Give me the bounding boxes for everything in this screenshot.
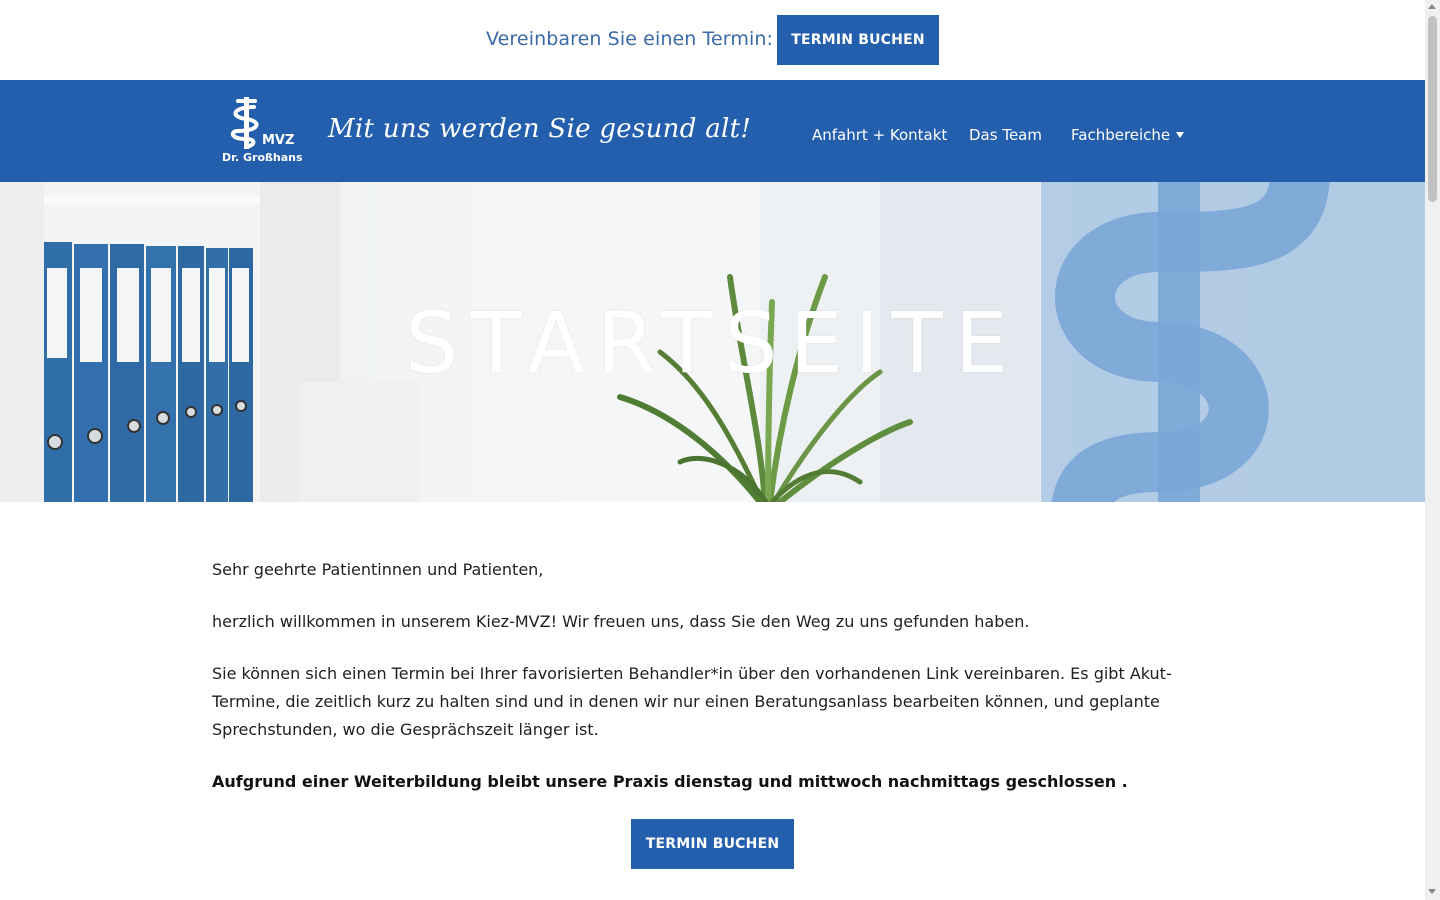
appointment-bar: Vereinbaren Sie einen Termin: TERMIN BUC… xyxy=(0,0,1425,80)
scroll-down-arrow-icon[interactable] xyxy=(1428,889,1436,894)
site-logo[interactable]: MVZ Dr. Großhans xyxy=(218,95,303,167)
page-title: STARTSEITE xyxy=(405,294,1020,392)
appointment-prompt: Vereinbaren Sie einen Termin: xyxy=(486,28,774,50)
hero-banner: STARTSEITE xyxy=(0,182,1425,502)
welcome-text: herzlich willkommen in unserem Kiez-MVZ!… xyxy=(212,612,1030,631)
book-appointment-button-bottom[interactable]: TERMIN BUCHEN xyxy=(631,819,794,869)
greeting-text: Sehr geehrte Patientinnen und Patienten, xyxy=(212,560,544,579)
logo-mvz-text: MVZ xyxy=(262,133,295,148)
info-text: Sie können sich einen Termin bei Ihrer f… xyxy=(212,664,1172,739)
scroll-thumb[interactable] xyxy=(1428,16,1437,202)
nav-anfahrt-kontakt[interactable]: Anfahrt + Kontakt xyxy=(812,126,947,144)
scroll-up-arrow-icon[interactable] xyxy=(1428,4,1436,9)
site-tagline: Mit uns werden Sie gesund alt! xyxy=(328,114,752,144)
book-appointment-button-top[interactable]: TERMIN BUCHEN xyxy=(777,15,939,65)
nav-das-team[interactable]: Das Team xyxy=(969,126,1042,144)
page-scrollbar[interactable] xyxy=(1425,0,1440,900)
caret-down-icon[interactable] xyxy=(1176,132,1184,138)
closure-notice: Aufgrund einer Weiterbildung bleibt unse… xyxy=(212,772,1128,791)
nav-fachbereiche[interactable]: Fachbereiche xyxy=(1071,126,1170,144)
logo-name-text: Dr. Großhans xyxy=(222,151,303,164)
site-header: MVZ Dr. Großhans Mit uns werden Sie gesu… xyxy=(0,80,1425,182)
main-content: Sehr geehrte Patientinnen und Patienten,… xyxy=(212,556,1212,820)
